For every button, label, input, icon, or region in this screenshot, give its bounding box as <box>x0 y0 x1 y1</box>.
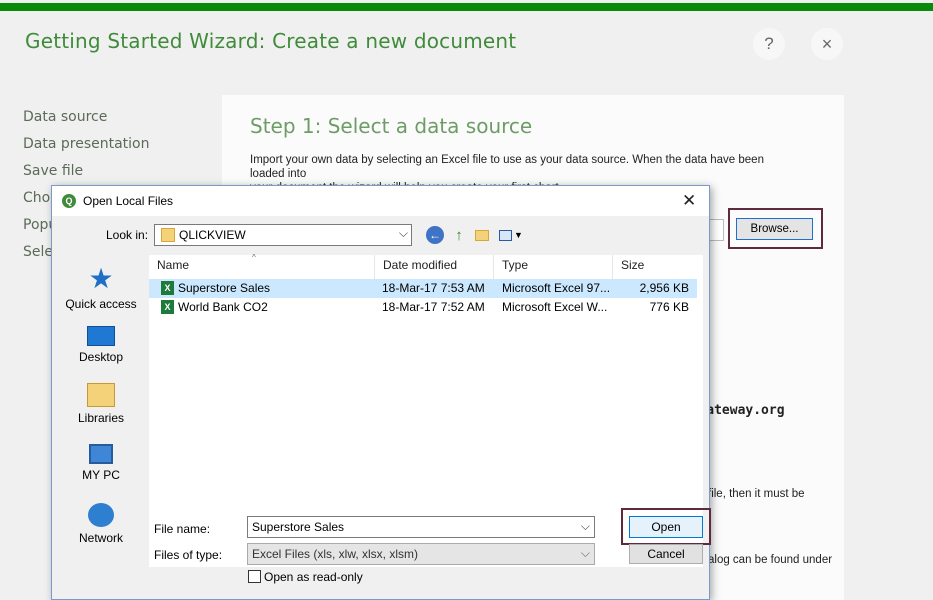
place-my-pc[interactable]: MY PC <box>55 444 147 482</box>
folder-icon <box>161 228 175 242</box>
dialog-titlebar[interactable]: Q Open Local Files ✕ <box>52 186 709 216</box>
file-date: 18-Mar-17 7:52 AM <box>382 300 485 314</box>
step-description-line-1: Import your own data by selecting an Exc… <box>250 154 764 180</box>
column-header-type[interactable]: Type <box>494 255 613 279</box>
look-in-dropdown[interactable]: QLICKVIEW ⌵ <box>154 224 412 246</box>
column-header-size[interactable]: Size <box>613 255 697 279</box>
excel-file-icon: X <box>161 300 174 314</box>
place-desktop[interactable]: Desktop <box>55 326 147 364</box>
chevron-down-icon: ⌵ <box>580 546 590 560</box>
help-button[interactable]: ? <box>753 28 785 60</box>
column-header-name[interactable]: ^ Name <box>149 253 375 279</box>
new-folder-icon[interactable] <box>473 226 491 244</box>
file-row[interactable]: X Superstore Sales 18-Mar-17 7:53 AM Mic… <box>149 279 697 298</box>
step-note-text-3: alog can be found under <box>708 554 833 566</box>
qlikview-app-icon: Q <box>62 194 76 208</box>
cancel-button[interactable]: Cancel <box>629 544 703 564</box>
place-network[interactable]: Network <box>55 503 147 545</box>
computer-icon <box>89 444 113 464</box>
places-bar: ★ Quick access Desktop Libraries MY PC N… <box>55 255 147 595</box>
file-row[interactable]: X World Bank CO2 18-Mar-17 7:52 AM Micro… <box>149 298 697 317</box>
desktop-icon <box>87 326 115 346</box>
file-type-value: Excel Files (xls, xlw, xlsx, xlsm) <box>252 547 419 561</box>
nav-item-data-presentation[interactable]: Data presentation <box>23 135 150 162</box>
dialog-title: Open Local Files <box>83 194 174 208</box>
file-name-value: Superstore Sales <box>252 520 345 534</box>
up-folder-icon[interactable]: ↑ <box>450 226 468 244</box>
step-title: Step 1: Select a data source <box>250 114 533 138</box>
place-label: Network <box>78 531 123 545</box>
file-type-dropdown[interactable]: Excel Files (xls, xlw, xlsx, xlsm) ⌵ <box>247 543 595 565</box>
place-libraries[interactable]: Libraries <box>55 383 147 425</box>
look-in-value: QLICKVIEW <box>179 228 246 242</box>
place-label: MY PC <box>82 468 120 482</box>
read-only-label[interactable]: Open as read-only <box>264 570 363 584</box>
chevron-down-icon[interactable]: ⌵ <box>581 519 590 534</box>
sort-ascending-icon: ^ <box>252 253 256 262</box>
look-in-label: Look in: <box>106 228 149 242</box>
dialog-close-button[interactable]: ✕ <box>682 191 696 211</box>
browse-button[interactable]: Browse... <box>736 218 813 240</box>
file-name: Superstore Sales <box>178 281 271 295</box>
excel-file-icon: X <box>161 281 174 295</box>
chevron-down-icon: ⌵ <box>398 226 408 240</box>
file-name-input[interactable]: Superstore Sales ⌵ <box>247 516 595 538</box>
star-icon: ★ <box>88 263 114 294</box>
view-menu-icon[interactable]: ▼ <box>498 226 524 244</box>
network-icon <box>88 503 114 527</box>
place-label: Libraries <box>77 411 125 425</box>
column-header-date-modified[interactable]: Date modified <box>375 255 494 279</box>
place-label: Desktop <box>78 350 124 364</box>
file-date: 18-Mar-17 7:53 AM <box>382 281 485 295</box>
open-local-files-dialog: Q Open Local Files ✕ Look in: QLICKVIEW … <box>51 185 711 600</box>
top-accent-bar <box>0 3 933 11</box>
file-size: 2,956 KB <box>639 281 689 295</box>
close-wizard-button[interactable]: × <box>811 28 843 60</box>
read-only-checkbox[interactable] <box>248 570 261 583</box>
file-size: 776 KB <box>649 300 689 314</box>
step-note-text-1: file, then it must be <box>708 488 805 500</box>
open-button[interactable]: Open <box>629 516 703 538</box>
back-arrow-icon[interactable]: ← <box>426 226 444 244</box>
place-quick-access[interactable]: ★ Quick access <box>55 263 147 312</box>
file-name: World Bank CO2 <box>178 300 268 314</box>
file-type: Microsoft Excel 97... <box>502 281 611 295</box>
nav-item-data-source[interactable]: Data source <box>23 108 150 135</box>
wizard-title: Getting Started Wizard: Create a new doc… <box>25 29 517 53</box>
file-name-label: File name: <box>154 522 211 536</box>
file-type: Microsoft Excel W... <box>502 300 608 314</box>
libraries-icon <box>87 383 115 407</box>
file-type-label: Files of type: <box>154 548 223 562</box>
place-label: Quick access <box>65 297 137 311</box>
